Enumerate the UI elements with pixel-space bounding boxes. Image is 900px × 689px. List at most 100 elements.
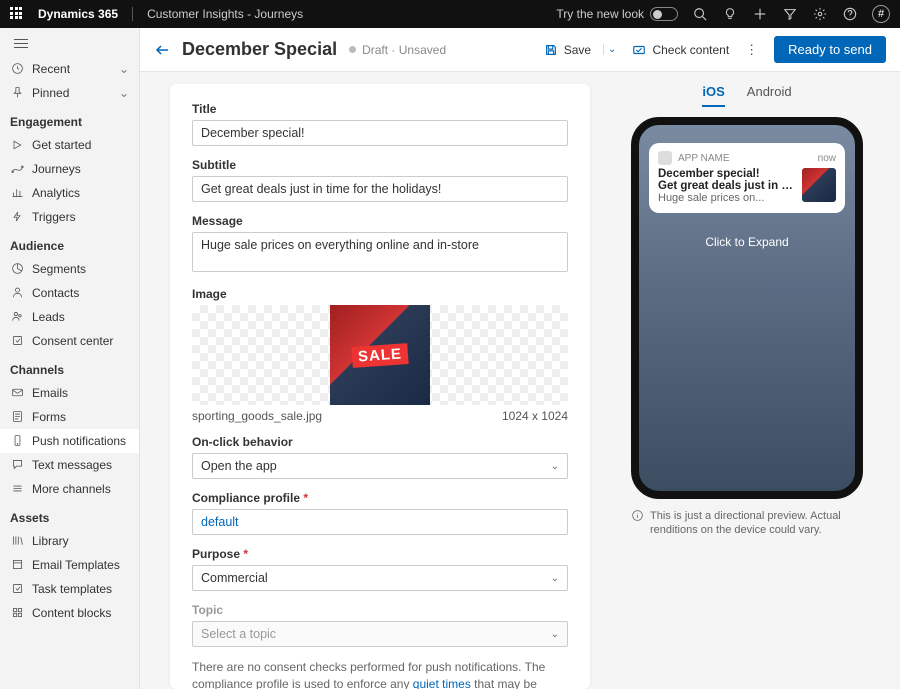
pin-icon xyxy=(10,86,24,100)
topic-label: Topic xyxy=(192,603,568,617)
overflow-menu[interactable]: ⋮ xyxy=(741,42,762,58)
onclick-select[interactable]: Open the app⌄ xyxy=(192,453,568,479)
message-label: Message xyxy=(192,214,568,228)
image-picker[interactable]: SALE xyxy=(192,305,568,405)
plus-icon[interactable] xyxy=(752,6,768,22)
preview-timestamp: now xyxy=(818,153,836,164)
message-input[interactable]: Huge sale prices on everything online an… xyxy=(192,232,568,272)
purpose-label: Purpose * xyxy=(192,547,568,561)
ready-to-send-button[interactable]: Ready to send xyxy=(774,36,886,63)
nav-text-messages[interactable]: Text messages xyxy=(0,453,139,477)
filter-icon[interactable] xyxy=(782,6,798,22)
tab-android[interactable]: Android xyxy=(747,84,792,107)
gear-icon[interactable] xyxy=(812,6,828,22)
try-label: Try the new look xyxy=(556,7,644,21)
template-icon xyxy=(10,558,24,572)
left-nav: Recent ⌄ Pinned ⌄ Engagement Get started… xyxy=(0,28,140,689)
nav-emails[interactable]: Emails xyxy=(0,381,139,405)
clock-icon xyxy=(10,62,24,76)
expand-hint: Click to Expand xyxy=(639,235,855,249)
bolt-icon xyxy=(10,210,24,224)
app-name: Customer Insights - Journeys xyxy=(147,7,303,21)
preview-message: Huge sale prices on... xyxy=(658,192,796,204)
image-dimensions: 1024 x 1024 xyxy=(502,409,568,423)
subtitle-input[interactable] xyxy=(192,176,568,202)
chevron-down-icon: ⌄ xyxy=(551,461,559,472)
save-split-button[interactable]: ⌄ xyxy=(603,44,620,55)
preview-pane: iOS Android APP NAME now December specia… xyxy=(610,84,884,689)
nav-analytics[interactable]: Analytics xyxy=(0,181,139,205)
nav-pinned[interactable]: Pinned ⌄ xyxy=(0,81,139,105)
phone-preview[interactable]: APP NAME now December special! Get great… xyxy=(631,117,863,499)
form-icon xyxy=(10,410,24,424)
quiet-times-link[interactable]: quiet times xyxy=(413,677,471,689)
image-filename: sporting_goods_sale.jpg xyxy=(192,409,322,423)
editor-card: Title Subtitle Message Huge sale prices … xyxy=(170,84,590,689)
nav-consent[interactable]: Consent center xyxy=(0,329,139,353)
purpose-select[interactable]: Commercial⌄ xyxy=(192,565,568,591)
task-icon xyxy=(10,582,24,596)
person-icon xyxy=(10,286,24,300)
nav-label: Pinned xyxy=(32,86,69,100)
topic-select: Select a topic⌄ xyxy=(192,621,568,647)
preview-subtitle: Get great deals just in tim... xyxy=(658,180,796,192)
app-launcher-icon[interactable] xyxy=(10,7,24,21)
more-icon xyxy=(10,482,24,496)
nav-email-templates[interactable]: Email Templates xyxy=(0,553,139,577)
back-button[interactable] xyxy=(154,42,170,58)
divider xyxy=(132,7,133,21)
onclick-label: On-click behavior xyxy=(192,435,568,449)
image-label: Image xyxy=(192,287,568,301)
segment-icon xyxy=(10,262,24,276)
nav-push-notifications[interactable]: Push notifications xyxy=(0,429,139,453)
blocks-icon xyxy=(10,606,24,620)
title-input[interactable] xyxy=(192,120,568,146)
journey-icon xyxy=(10,162,24,176)
global-topbar: Dynamics 365 Customer Insights - Journey… xyxy=(0,0,900,28)
nav-library[interactable]: Library xyxy=(0,529,139,553)
nav-get-started[interactable]: Get started xyxy=(0,133,139,157)
nav-content-blocks[interactable]: Content blocks xyxy=(0,601,139,625)
nav-leads[interactable]: Leads xyxy=(0,305,139,329)
consent-icon xyxy=(10,334,24,348)
info-icon xyxy=(631,509,644,538)
nav-journeys[interactable]: Journeys xyxy=(0,157,139,181)
page-title: December Special xyxy=(182,39,337,60)
preview-thumbnail xyxy=(802,168,836,202)
compliance-lookup[interactable]: default xyxy=(192,509,568,535)
chevron-down-icon: ⌄ xyxy=(119,62,129,76)
try-new-look[interactable]: Try the new look xyxy=(556,7,678,21)
sms-icon xyxy=(10,458,24,472)
nav-label: Recent xyxy=(32,62,70,76)
chart-icon xyxy=(10,186,24,200)
save-button[interactable]: Save xyxy=(544,43,591,57)
preview-disclaimer: This is just a directional preview. Actu… xyxy=(631,509,863,538)
nav-recent[interactable]: Recent ⌄ xyxy=(0,57,139,81)
nav-triggers[interactable]: Triggers xyxy=(0,205,139,229)
subtitle-label: Subtitle xyxy=(192,158,568,172)
nav-collapse-button[interactable] xyxy=(0,32,139,57)
lightbulb-icon[interactable] xyxy=(722,6,738,22)
phone-icon xyxy=(10,434,24,448)
toggle-icon[interactable] xyxy=(650,7,678,21)
preview-title: December special! xyxy=(658,168,796,180)
nav-more-channels[interactable]: More channels xyxy=(0,477,139,501)
compliance-note: There are no consent checks performed fo… xyxy=(192,659,568,689)
nav-forms[interactable]: Forms xyxy=(0,405,139,429)
check-content-button[interactable]: Check content xyxy=(632,43,729,57)
nav-contacts[interactable]: Contacts xyxy=(0,281,139,305)
nav-group-engagement: Engagement xyxy=(0,105,139,133)
brand-name: Dynamics 365 xyxy=(38,7,118,21)
help-icon[interactable] xyxy=(842,6,858,22)
user-avatar[interactable]: # xyxy=(872,5,890,23)
mail-icon xyxy=(10,386,24,400)
search-icon[interactable] xyxy=(692,6,708,22)
nav-segments[interactable]: Segments xyxy=(0,257,139,281)
preview-app-name: APP NAME xyxy=(678,153,730,164)
nav-task-templates[interactable]: Task templates xyxy=(0,577,139,601)
tab-ios[interactable]: iOS xyxy=(702,84,724,107)
compliance-label: Compliance profile * xyxy=(192,491,568,505)
leads-icon xyxy=(10,310,24,324)
title-label: Title xyxy=(192,102,568,116)
nav-group-audience: Audience xyxy=(0,229,139,257)
